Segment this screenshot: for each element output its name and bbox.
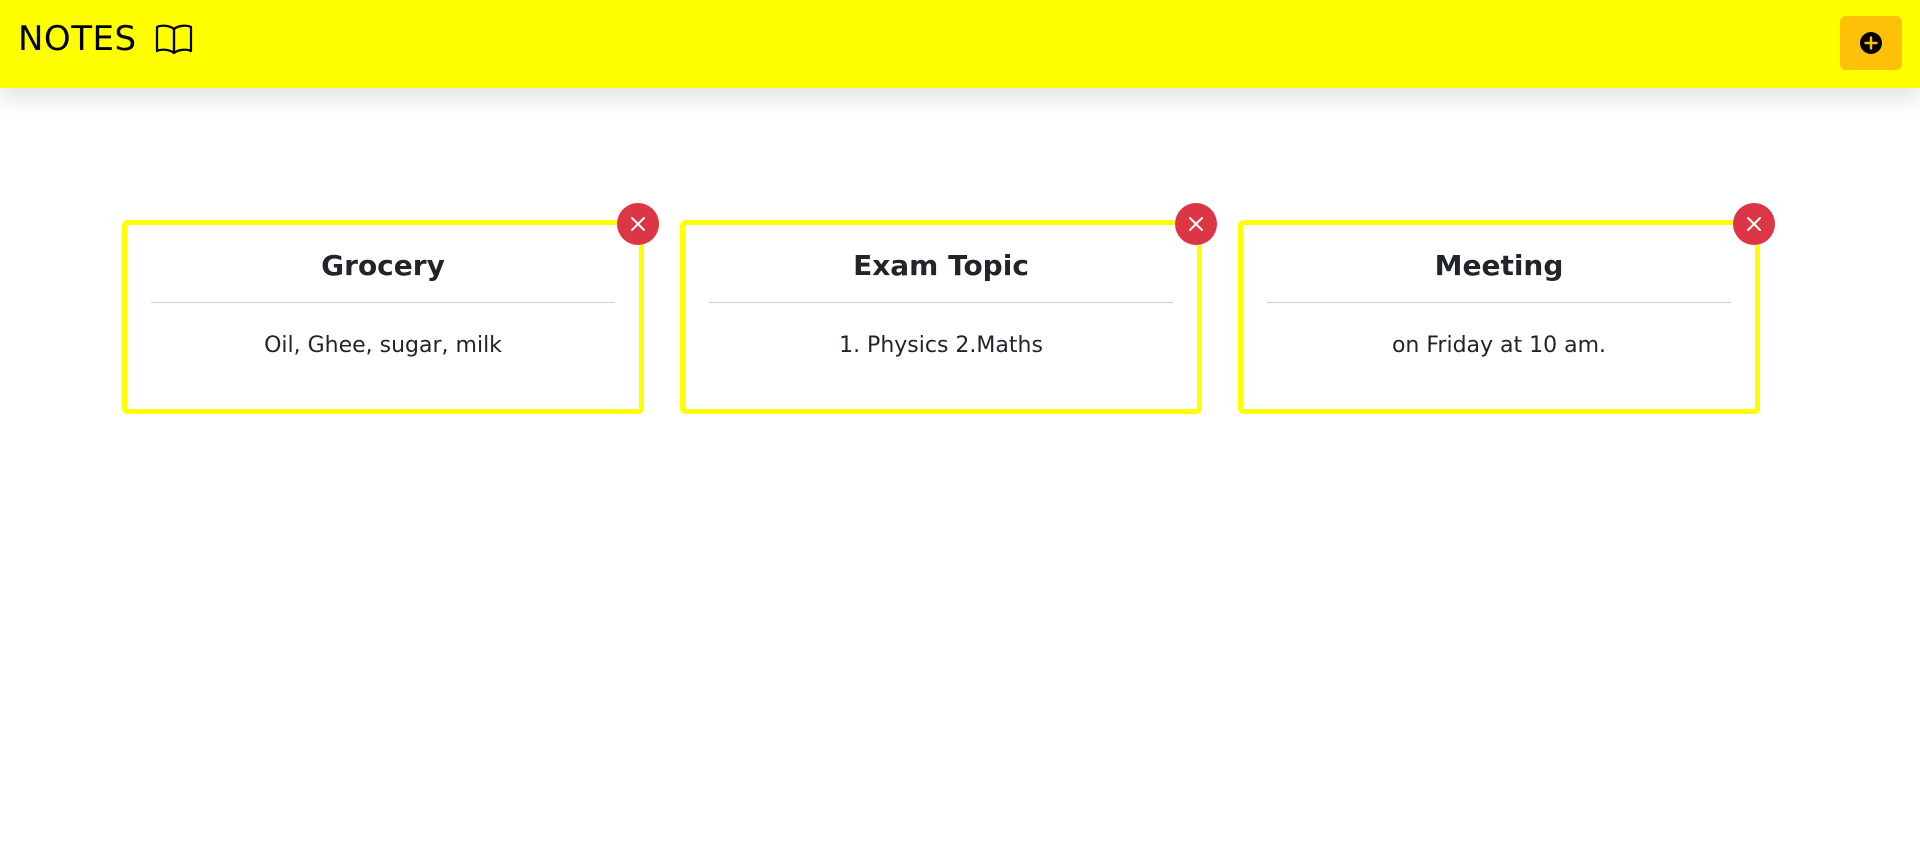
note-card: Grocery Oil, Ghee, sugar, milk xyxy=(122,203,659,414)
add-note-button[interactable] xyxy=(1840,16,1902,70)
note-divider xyxy=(709,302,1173,303)
note-body: Oil, Ghee, sugar, milk xyxy=(264,333,502,358)
plus-circle-icon xyxy=(1859,31,1883,55)
note-card: Exam Topic 1. Physics 2.Maths xyxy=(680,203,1217,414)
delete-note-button[interactable] xyxy=(617,203,659,245)
note-title: Exam Topic xyxy=(853,249,1029,282)
note-card: Meeting on Friday at 10 am. xyxy=(1238,203,1775,414)
delete-note-button[interactable] xyxy=(1175,203,1217,245)
close-icon xyxy=(1746,216,1762,232)
app-title: NOTES xyxy=(18,19,137,59)
note-title: Meeting xyxy=(1434,249,1564,282)
navbar: NOTES xyxy=(0,0,1920,88)
close-icon xyxy=(1188,216,1204,232)
note-body: on Friday at 10 am. xyxy=(1391,333,1607,358)
close-icon xyxy=(630,216,646,232)
delete-note-button[interactable] xyxy=(1733,203,1775,245)
note-title: Grocery xyxy=(321,249,445,282)
note-divider xyxy=(1267,302,1731,303)
note-divider xyxy=(151,302,615,303)
note-body: 1. Physics 2.Maths xyxy=(839,333,1043,358)
book-icon xyxy=(155,23,193,55)
notes-list: Grocery Oil, Ghee, sugar, milk Exam Topi… xyxy=(122,203,1798,414)
brand: NOTES xyxy=(18,0,193,78)
